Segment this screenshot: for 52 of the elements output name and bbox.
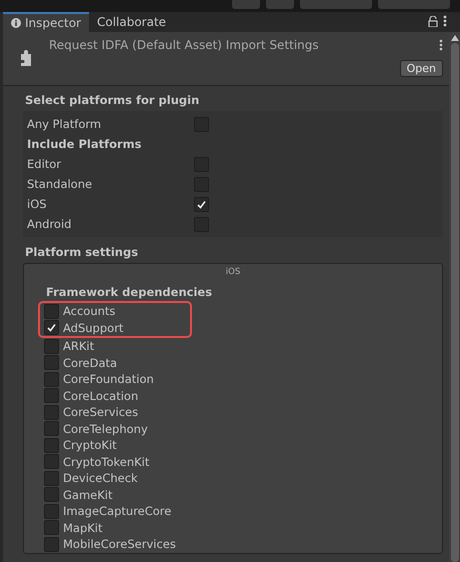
tab[interactable]: Inspector: [3, 12, 89, 32]
checkbox[interactable]: [44, 504, 59, 519]
checkbox[interactable]: [44, 536, 59, 552]
checkbox[interactable]: [44, 388, 59, 404]
platform-label: Any Platform: [27, 117, 102, 131]
platform-tab[interactable]: iOS: [44, 264, 442, 285]
checkbox[interactable]: [44, 355, 59, 370]
scroll-up-icon[interactable]: [450, 35, 458, 41]
framework-label: CoreLocation: [63, 388, 138, 403]
framework-label: CoreData: [63, 356, 118, 370]
framework-label: Accounts: [63, 304, 116, 318]
inspector-title: Request IDFA (Default Asset) Import Settings: [49, 38, 319, 52]
group-heading: Include Platforms: [27, 137, 142, 151]
checkbox[interactable]: [44, 320, 59, 336]
checkbox[interactable]: [44, 470, 59, 486]
checkbox[interactable]: [44, 372, 59, 387]
framework-label: ARKit: [63, 339, 94, 354]
scrollbar[interactable]: [449, 32, 460, 562]
checkbox[interactable]: [194, 196, 209, 212]
checkbox[interactable]: [44, 338, 59, 354]
framework-label: CoreServices: [63, 405, 138, 420]
lock-icon[interactable]: [428, 16, 438, 27]
framework-label: DeviceCheck: [63, 471, 138, 486]
section-heading: Platform settings: [24, 244, 140, 261]
checkbox[interactable]: [44, 454, 59, 470]
framework-label: CoreFoundation: [63, 372, 154, 386]
platform-label: Android: [27, 217, 72, 231]
framework-label: MapKit: [63, 520, 103, 535]
check-icon: [196, 198, 207, 210]
checkbox[interactable]: [44, 487, 59, 502]
more-icon[interactable]: [443, 15, 447, 27]
check-icon: [46, 322, 57, 334]
info-icon: [11, 18, 21, 28]
open-button[interactable]: Open: [400, 60, 443, 77]
platform-label: iOS: [27, 197, 48, 211]
framework-label: ImageCaptureCore: [63, 504, 172, 518]
subsection-heading: Framework dependencies: [45, 285, 214, 299]
framework-label: MobileCoreServices: [63, 537, 176, 552]
framework-label: CryptoTokenKit: [63, 454, 150, 469]
checkbox[interactable]: [44, 421, 59, 436]
platform-label: Standalone: [27, 177, 94, 191]
checkbox[interactable]: [44, 520, 59, 536]
more-icon[interactable]: [439, 39, 443, 51]
checkbox[interactable]: [44, 304, 59, 319]
framework-label: CoreTelephony: [63, 422, 148, 436]
framework-label: CryptoKit: [63, 438, 117, 452]
framework-label: GameKit: [63, 488, 112, 502]
checkbox[interactable]: [44, 404, 59, 420]
framework-label: AdSupport: [63, 320, 124, 335]
checkbox[interactable]: [44, 438, 59, 453]
section-heading: Select platforms for plugin: [24, 92, 200, 109]
platform-label: Editor: [27, 157, 62, 171]
